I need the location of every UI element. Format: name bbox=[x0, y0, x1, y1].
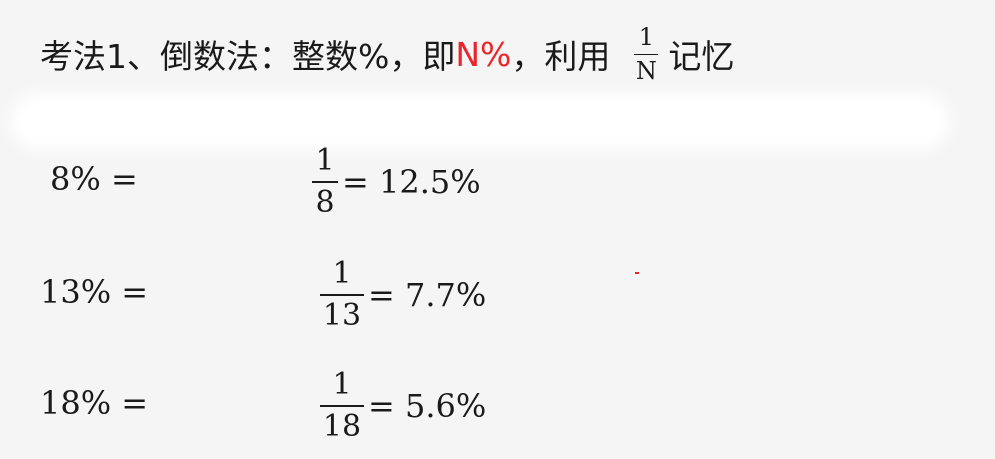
formula-fraction: 1 13 bbox=[320, 259, 364, 331]
title-fraction-denominator: N bbox=[635, 57, 657, 86]
formula-result: = 5.6% bbox=[368, 387, 487, 425]
fraction-bar bbox=[320, 294, 364, 296]
fraction-bar bbox=[320, 405, 364, 407]
title-prefix: 考法1、倒数法：整数%，即 bbox=[40, 37, 456, 76]
formula-result: = 7.7% bbox=[368, 276, 487, 314]
formula-row: 13% = 1 13 = 7.7% bbox=[0, 245, 995, 345]
fraction-numerator: 1 bbox=[315, 143, 335, 178]
fraction-denominator: 18 bbox=[322, 409, 362, 444]
formula-lhs: 8% = bbox=[50, 160, 138, 198]
title-middle: ，利用 bbox=[511, 37, 611, 76]
fraction-numerator: 1 bbox=[332, 256, 352, 291]
fraction-bar bbox=[634, 53, 659, 56]
title-highlight: N% bbox=[455, 34, 512, 74]
formula-row: 18% = 1 18 = 5.6% bbox=[0, 356, 995, 456]
page-title: 考法1、倒数法：整数%，即 N% ，利用 1 N 记忆 bbox=[40, 14, 734, 94]
formula-rhs: 1 13 = 7.7% bbox=[320, 245, 486, 345]
fraction-denominator: 8 bbox=[315, 185, 335, 220]
formula-rhs: 1 18 = 5.6% bbox=[320, 356, 486, 456]
fraction-numerator: 1 bbox=[332, 367, 352, 402]
formula-lhs: 18% = bbox=[40, 384, 149, 422]
formula-fraction: 1 8 bbox=[312, 146, 338, 218]
title-fraction: 1 N bbox=[634, 22, 659, 86]
slide: 考法1、倒数法：整数%，即 N% ，利用 1 N 记忆 8% = 1 8 = 12.… bbox=[0, 0, 995, 459]
formula-fraction: 1 18 bbox=[320, 370, 364, 442]
formula-row: 8% = 1 8 = 12.5% bbox=[0, 132, 995, 232]
fraction-denominator: 13 bbox=[322, 298, 362, 333]
pointer-mark bbox=[635, 272, 639, 274]
formula-lhs: 13% = bbox=[40, 273, 149, 311]
formula-result: = 12.5% bbox=[342, 163, 481, 201]
title-fraction-numerator: 1 bbox=[638, 22, 655, 51]
title-suffix: 记忆 bbox=[668, 37, 735, 76]
fraction-bar bbox=[312, 181, 338, 183]
formula-rhs: 1 8 = 12.5% bbox=[312, 132, 481, 232]
